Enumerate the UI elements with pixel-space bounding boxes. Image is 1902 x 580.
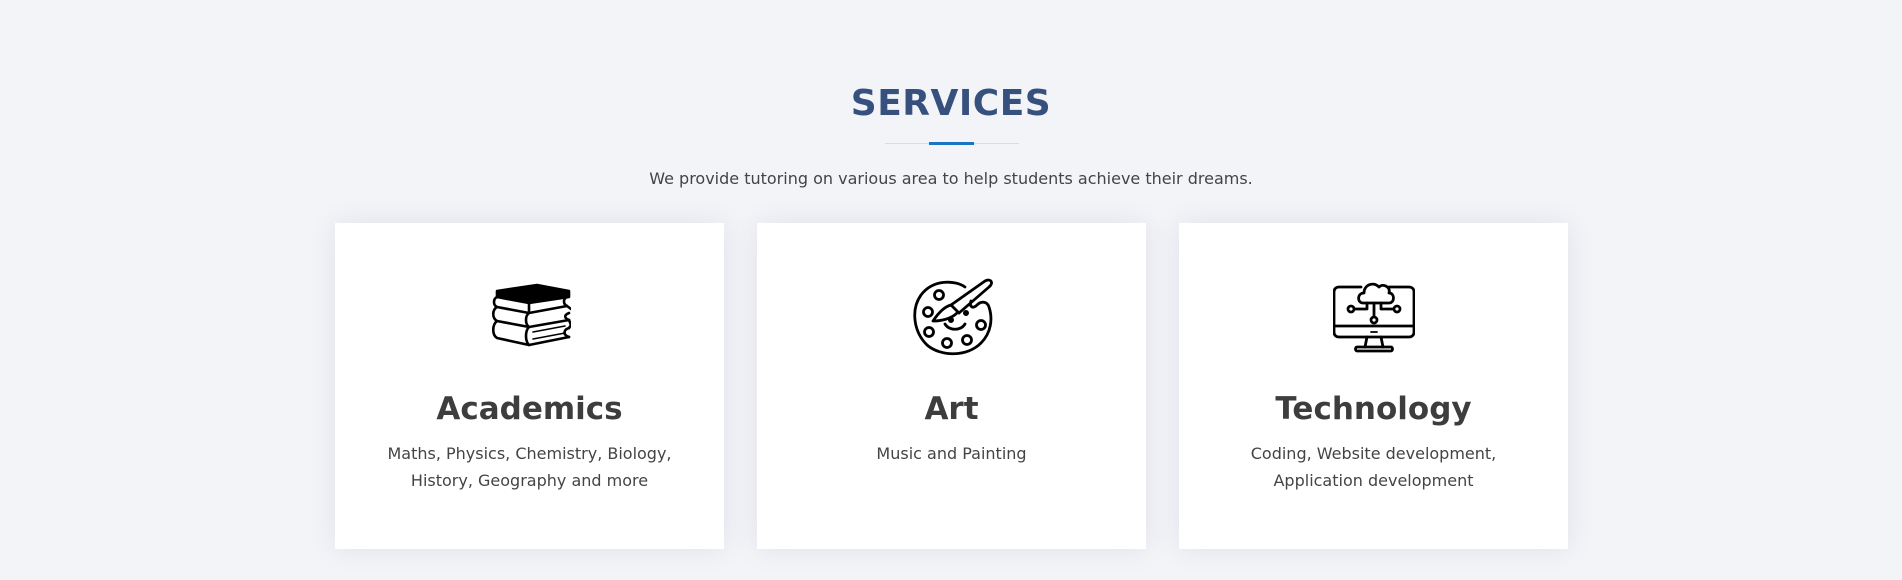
- service-title: Art: [924, 391, 979, 427]
- service-title: Academics: [436, 391, 623, 427]
- service-description: Music and Painting: [876, 444, 1027, 463]
- section-subtitle: We provide tutoring on various area to h…: [649, 169, 1253, 188]
- services-section: SERVICES We provide tutoring on various …: [0, 0, 1902, 580]
- service-card-technology[interactable]: Technology Coding, Website development, …: [1179, 223, 1568, 549]
- service-card-art[interactable]: Art Music and Painting: [757, 223, 1146, 549]
- cloud-computer-icon: [1333, 275, 1415, 357]
- section-title: SERVICES: [850, 83, 1052, 124]
- service-description: Coding, Website development, Application…: [1250, 444, 1497, 490]
- service-title: Technology: [1275, 391, 1472, 427]
- paint-palette-icon: [911, 275, 993, 357]
- service-description: Maths, Physics, Chemistry, Biology, Hist…: [387, 444, 672, 490]
- service-card-academics[interactable]: Academics Maths, Physics, Chemistry, Bio…: [335, 223, 724, 549]
- title-divider-accent: [929, 142, 974, 145]
- books-icon: [489, 275, 571, 357]
